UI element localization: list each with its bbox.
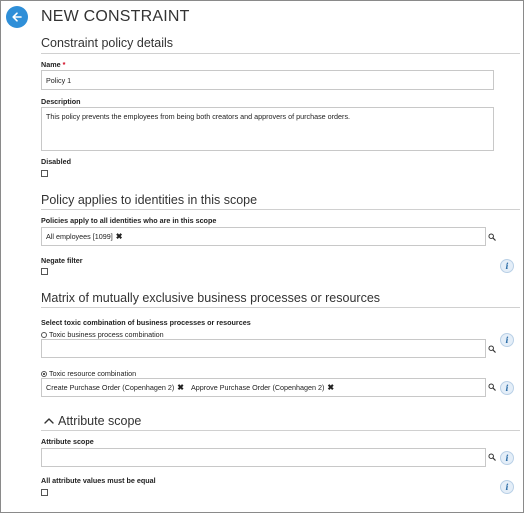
scope-filter-label: Policies apply to all identities who are… [41,216,217,225]
radio-label: Toxic business process combination [49,330,164,339]
description-textarea[interactable]: This policy prevents the employees from … [41,107,494,151]
resource-token: Approve Purchase Order (Copenhagen 2) ✖ [191,383,334,392]
resource-token: Create Purchase Order (Copenhagen 2) ✖ [46,383,184,392]
section-divider [41,53,520,54]
attribute-scope-label: Attribute scope [41,437,94,446]
scope-filter-input[interactable]: All employees [1099] ✖ [41,227,486,246]
resource-combination-input[interactable]: Create Purchase Order (Copenhagen 2) ✖ A… [41,378,486,397]
resource-token-label: Create Purchase Order (Copenhagen 2) [46,383,175,392]
resource-token-label: Approve Purchase Order (Copenhagen 2) [190,383,325,392]
search-icon[interactable] [488,453,496,461]
info-icon[interactable]: i [500,451,514,465]
info-icon[interactable]: i [500,381,514,395]
description-textarea-value: This policy prevents the employees from … [46,112,351,121]
negate-filter-checkbox[interactable] [41,268,48,275]
radio-button[interactable] [41,331,47,338]
radio-toxic-business-process[interactable]: Toxic business process combination [41,330,164,339]
name-label: Name * [41,60,65,69]
name-input-value: Policy 1 [46,75,72,85]
section-divider [41,307,520,308]
attribute-values-equal-label: All attribute values must be equal [41,476,156,485]
section-title-scope: Policy applies to identities in this sco… [41,193,258,207]
remove-token-icon[interactable]: ✖ [327,383,334,392]
name-input[interactable]: Policy 1 [41,70,494,90]
info-icon[interactable]: i [500,480,514,494]
attribute-scope-input[interactable] [41,448,486,467]
section-divider [41,430,520,431]
info-icon[interactable]: i [500,259,514,273]
attribute-values-equal-checkbox[interactable] [41,489,48,496]
scope-token: All employees [1099] ✖ [46,232,122,241]
name-label-text: Name [41,60,61,69]
chevron-up-icon[interactable] [44,417,54,424]
section-title-attribute-scope[interactable]: Attribute scope [58,414,141,428]
description-label: Description [41,97,81,106]
required-indicator: * [62,60,66,69]
search-icon[interactable] [488,233,496,241]
toxic-combination-label: Select toxic combination of business pro… [41,318,251,327]
section-divider [41,209,520,210]
arrow-left-icon [12,12,22,22]
remove-token-icon[interactable]: ✖ [116,232,123,241]
info-icon[interactable]: i [500,333,514,347]
back-button[interactable] [6,6,28,28]
scope-token-label: All employees [1099] [46,232,113,241]
disabled-checkbox[interactable] [41,170,48,177]
search-icon[interactable] [488,383,496,391]
remove-token-icon[interactable]: ✖ [177,383,184,392]
negate-filter-label: Negate filter [41,256,83,265]
radio-button-selected[interactable] [41,370,47,377]
disabled-label: Disabled [41,157,71,166]
search-icon[interactable] [488,345,496,353]
page-title: NEW CONSTRAINT [41,8,190,25]
business-process-input[interactable] [41,339,486,358]
radio-label: Toxic resource combination [49,369,137,378]
section-title-matrix: Matrix of mutually exclusive business pr… [41,291,381,305]
section-title-policy-details: Constraint policy details [41,36,174,50]
radio-toxic-resource[interactable]: Toxic resource combination [41,369,136,378]
